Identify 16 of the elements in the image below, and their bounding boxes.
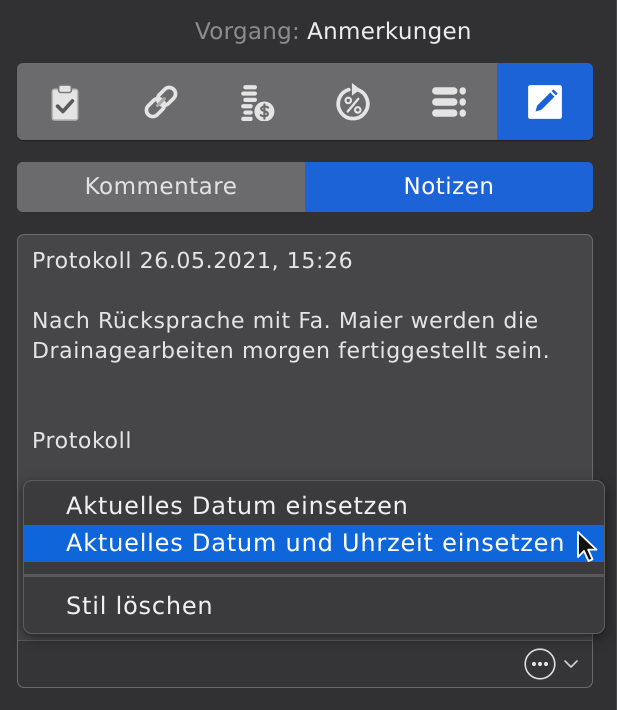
mouse-pointer-icon [576,530,600,564]
coins-icon [238,82,276,120]
header-label: Vorgang: [195,19,300,45]
edit-icon [526,82,564,120]
more-options-button[interactable] [524,648,578,680]
menu-item[interactable]: Aktuelles Datum und Uhrzeit einsetzen [24,525,604,562]
link-icon [142,82,180,120]
menu-item[interactable]: Stil löschen [24,588,604,625]
menu-item[interactable]: Aktuelles Datum einsetzen [24,488,604,525]
notes-text-field[interactable]: Protokoll 26.05.2021, 15:26 Nach Rücksprache mit Fa. Maier werden die Drainagearbeiten morgen fertiggestellt sein. Protokoll [32,247,550,457]
header-title: Anmerkungen [307,19,472,45]
ellipsis-icon [524,648,556,680]
toolbar-button[interactable] [497,63,593,140]
circular-arrow-percent-icon [334,82,372,120]
chevron-down-icon [564,660,578,668]
view-tab[interactable]: Notizen [305,162,593,212]
